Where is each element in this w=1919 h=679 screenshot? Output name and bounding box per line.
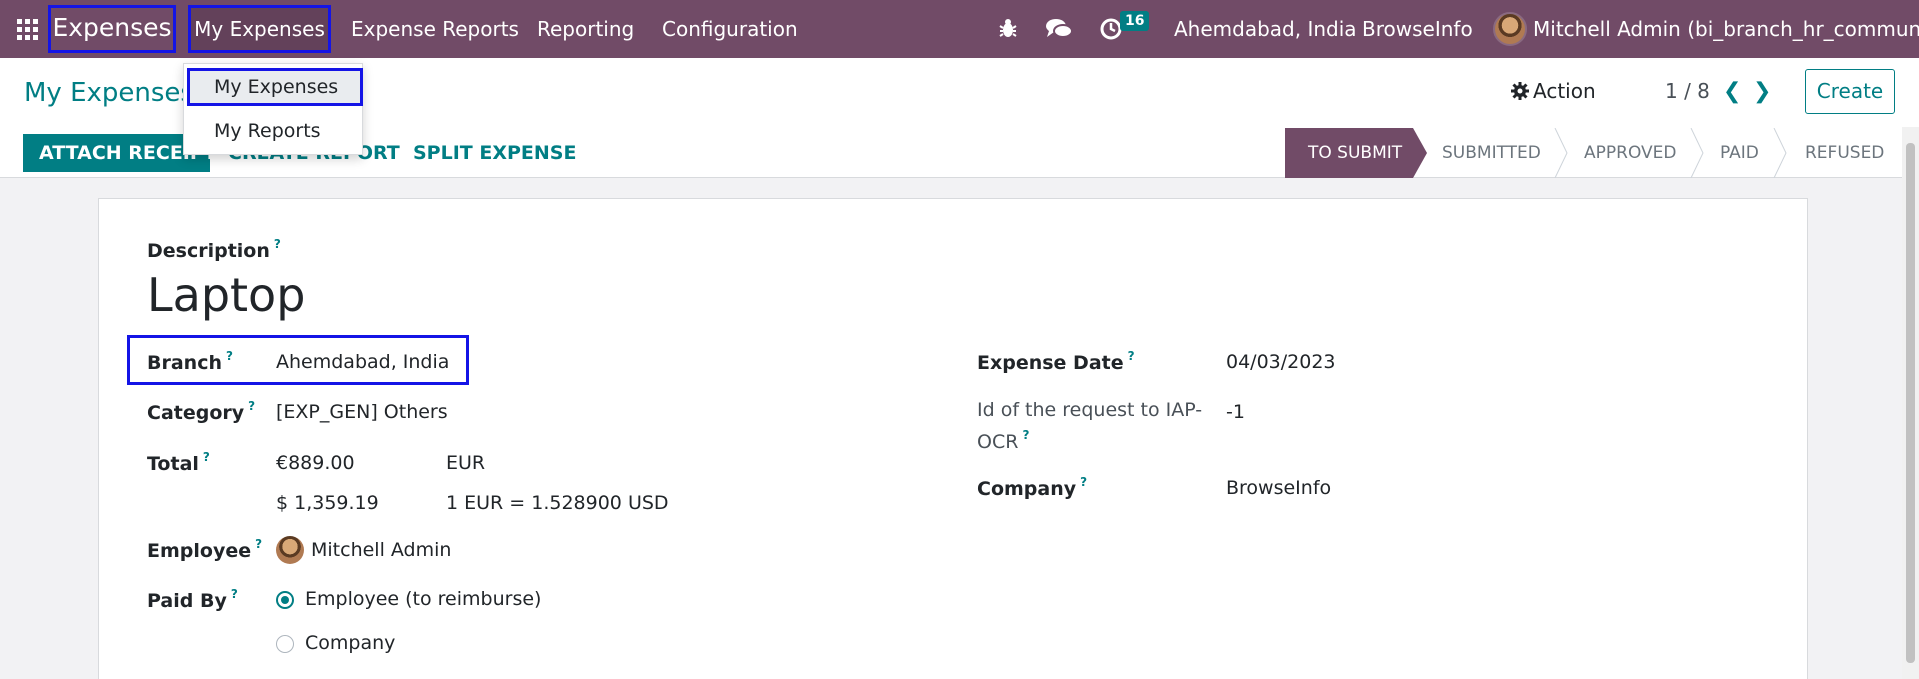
paid-by-employee-label[interactable]: Employee (to reimburse) [305,588,541,610]
menu-configuration[interactable]: Configuration [662,0,798,58]
branch-switcher[interactable]: Ahemdabad, India [1174,0,1357,58]
breadcrumb[interactable]: My Expenses [24,78,194,108]
iap-request-id-value: -1 [1226,401,1245,423]
status-bar: TO SUBMIT SUBMITTED APPROVED PAID REFUSE… [1285,128,1905,178]
gear-icon [1511,82,1529,100]
total-usd-value: $ 1,359.19 [276,492,379,514]
company-field[interactable]: BrowseInfo [1226,477,1331,499]
pager-previous-icon[interactable]: ❮ [1723,79,1741,104]
help-icon[interactable]: ? [203,450,210,464]
paid-by-employee-radio[interactable] [276,591,294,609]
create-button[interactable]: Create [1805,69,1895,114]
pager-value[interactable]: 1 / 8 [1665,79,1710,103]
paid-by-company-radio[interactable] [276,635,294,653]
help-icon[interactable]: ? [255,537,262,551]
pager-next-icon[interactable]: ❯ [1753,79,1771,104]
apps-grid-icon[interactable] [17,19,39,41]
iap-label-line2: OCR? [977,428,1030,453]
expense-date-field[interactable]: 04/03/2023 [1226,351,1336,373]
scrollbar-thumb[interactable] [1906,143,1915,663]
description-field[interactable]: Laptop [147,268,305,322]
help-icon[interactable]: ? [1022,428,1029,442]
employee-avatar [276,536,304,564]
paid-by-label: Paid By? [147,587,238,612]
category-label: Category? [147,399,256,424]
employee-field[interactable]: Mitchell Admin [311,539,451,561]
user-avatar[interactable] [1493,12,1527,46]
stage-refused[interactable]: REFUSED [1805,128,1884,178]
company-switcher[interactable]: BrowseInfo [1362,0,1473,58]
dropdown-item-my-expenses[interactable]: My Expenses [187,68,363,106]
branch-field[interactable]: Ahemdabad, India [276,351,449,373]
top-navbar: Expenses My Expenses Expense Reports Rep… [0,0,1919,58]
stage-separator [1773,128,1787,178]
employee-label: Employee? [147,537,263,562]
help-icon[interactable]: ? [1080,475,1087,489]
stage-separator [1690,128,1704,178]
help-icon[interactable]: ? [226,349,233,363]
help-icon[interactable]: ? [274,237,281,251]
scrollbar[interactable] [1902,127,1919,679]
menu-my-expenses[interactable]: My Expenses [188,5,331,53]
total-label: Total? [147,450,210,475]
action-menu[interactable]: Action [1511,79,1596,103]
action-label: Action [1533,79,1596,103]
split-expense-button[interactable]: SPLIT EXPENSE [413,134,576,172]
my-expenses-dropdown: My Expenses My Reports [183,63,363,155]
stage-submitted[interactable]: SUBMITTED [1442,128,1541,178]
stage-approved[interactable]: APPROVED [1584,128,1677,178]
chat-icon[interactable] [1045,17,1073,41]
stage-to-submit[interactable]: TO SUBMIT [1285,128,1427,178]
branch-label: Branch? [147,349,233,374]
help-icon[interactable]: ? [231,587,238,601]
exchange-rate-value: 1 EUR = 1.528900 USD [446,492,669,514]
company-label: Company? [977,475,1088,500]
bug-icon[interactable] [997,17,1019,39]
category-field[interactable]: [EXP_GEN] Others [276,401,448,423]
expense-date-label: Expense Date? [977,349,1135,374]
stage-paid[interactable]: PAID [1720,128,1759,178]
dropdown-item-my-reports[interactable]: My Reports [184,112,364,150]
description-label: Description? [147,237,281,262]
activity-count-badge: 16 [1120,11,1150,31]
attach-receipt-button[interactable]: ATTACH RECEIPT [23,134,210,172]
menu-expense-reports[interactable]: Expense Reports [351,0,519,58]
menu-reporting[interactable]: Reporting [537,0,634,58]
total-field[interactable]: €889.00 [276,452,355,474]
currency-field[interactable]: EUR [446,452,485,474]
help-icon[interactable]: ? [248,399,255,413]
app-brand[interactable]: Expenses [48,5,176,53]
paid-by-company-label[interactable]: Company [305,632,395,654]
iap-label-line1: Id of the request to IAP- [977,399,1203,421]
user-menu[interactable]: Mitchell Admin (bi_branch_hr_community) [1533,0,1919,58]
help-icon[interactable]: ? [1128,349,1135,363]
stage-separator [1554,128,1568,178]
